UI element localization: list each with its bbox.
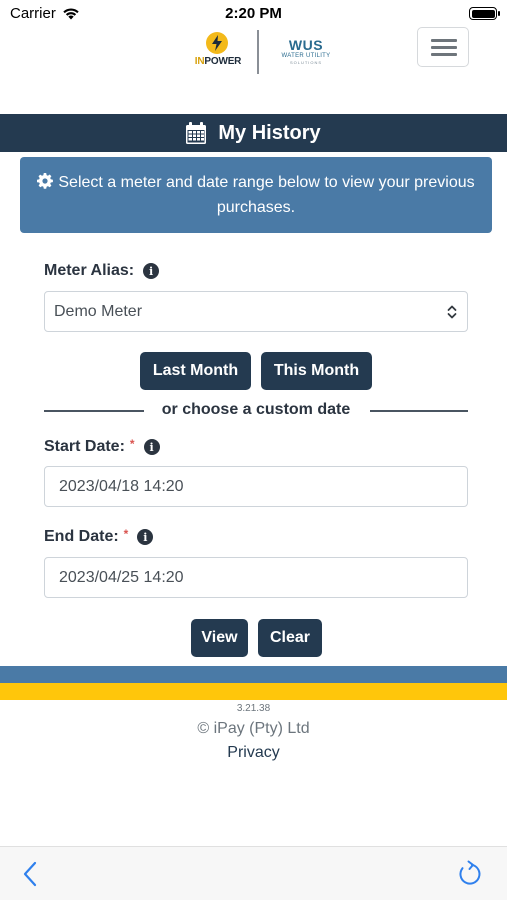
logo-divider bbox=[257, 30, 259, 74]
wus-logo-line1: WATER UTILITY bbox=[281, 53, 331, 59]
meter-alias-value: Demo Meter bbox=[54, 302, 143, 320]
start-date-input[interactable]: 2023/04/18 14:20 bbox=[44, 466, 468, 507]
calendar-icon bbox=[186, 122, 207, 144]
clear-button[interactable]: Clear bbox=[258, 619, 322, 657]
end-date-value: 2023/04/25 14:20 bbox=[59, 568, 184, 586]
info-circle-icon[interactable]: i bbox=[137, 529, 154, 545]
inpower-logo: INPOWER bbox=[192, 32, 244, 72]
end-date-input[interactable]: 2023/04/25 14:20 bbox=[44, 557, 468, 598]
status-bar: Carrier 2:20 PM bbox=[0, 0, 507, 28]
info-circle-icon[interactable]: i bbox=[143, 439, 160, 455]
required-marker: * bbox=[123, 527, 129, 541]
info-circle-icon[interactable]: i bbox=[143, 263, 160, 279]
chevron-left-icon[interactable] bbox=[22, 861, 38, 887]
footer-stripe-yellow bbox=[0, 683, 507, 700]
meter-alias-label: Meter Alias: i bbox=[44, 262, 160, 280]
last-month-button[interactable]: Last Month bbox=[140, 352, 251, 390]
privacy-link[interactable]: Privacy bbox=[0, 744, 507, 762]
browser-toolbar bbox=[0, 846, 507, 900]
hamburger-menu-button[interactable] bbox=[417, 27, 469, 67]
view-button[interactable]: View bbox=[191, 619, 248, 657]
footer-stripe-blue bbox=[0, 666, 507, 683]
lightning-bolt-icon bbox=[206, 32, 228, 54]
end-date-label: End Date: * i bbox=[44, 527, 154, 546]
wus-logo: WUS WATER UTILITY SOLUTIONS bbox=[270, 38, 342, 68]
app-version: 3.21.38 bbox=[236, 703, 271, 714]
info-panel: Select a meter and date range below to v… bbox=[20, 157, 492, 233]
copyright-text: © iPay (Pty) Ltd bbox=[197, 720, 310, 737]
select-arrows-icon bbox=[447, 305, 457, 319]
inpower-logo-text: INPOWER bbox=[194, 56, 242, 67]
custom-date-divider: or choose a custom date bbox=[44, 399, 468, 421]
start-date-value: 2023/04/18 14:20 bbox=[59, 477, 184, 495]
divider-line-right bbox=[370, 410, 468, 412]
status-time: 2:20 PM bbox=[225, 5, 282, 22]
gear-icon bbox=[37, 173, 54, 189]
page-title-bar: My History bbox=[0, 114, 507, 152]
meter-alias-select[interactable]: Demo Meter bbox=[44, 291, 468, 332]
info-text: Select a meter and date range below to v… bbox=[58, 174, 475, 216]
this-month-button[interactable]: This Month bbox=[261, 352, 372, 390]
page-title: My History bbox=[218, 121, 321, 144]
wus-logo-line2: SOLUTIONS bbox=[289, 60, 323, 65]
reload-icon[interactable] bbox=[456, 860, 482, 888]
required-marker: * bbox=[129, 437, 135, 451]
battery-icon bbox=[469, 7, 500, 20]
wus-logo-mark: WUS bbox=[288, 37, 324, 53]
start-date-label: Start Date: * i bbox=[44, 437, 160, 456]
